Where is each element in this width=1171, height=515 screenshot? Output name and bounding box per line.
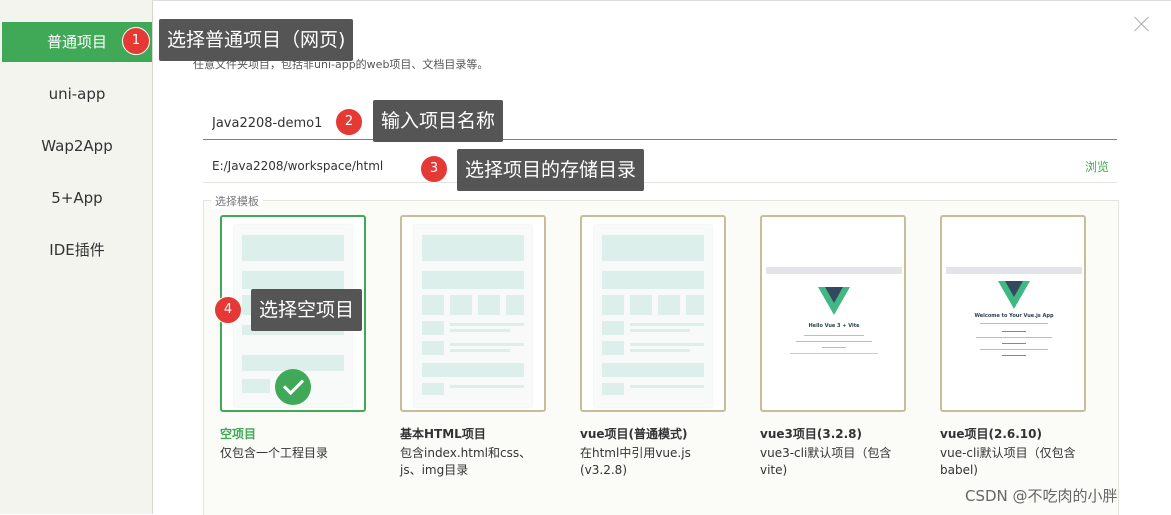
preview-title: Hello Vue 3 + Vite (808, 323, 860, 329)
sidebar-item-wap2app[interactable]: Wap2App (2, 126, 152, 166)
watermark: CSDN @不吃肉的小胖 (965, 487, 1118, 505)
top-divider (0, 0, 1171, 1)
close-icon[interactable] (1132, 14, 1152, 34)
template-desc: vue-cli默认项目（仅包含babel) (940, 446, 1076, 477)
template-preview (594, 225, 712, 407)
sidebar-item-label: 5+App (51, 189, 103, 207)
sidebar-item-label: 普通项目 (46, 33, 107, 51)
selected-check-icon (275, 369, 311, 405)
template-card-vue2[interactable]: Welcome to Your Vue.js App (940, 215, 1086, 412)
sidebar-item-label: IDE插件 (49, 241, 105, 259)
sidebar-item-label: uni-app (48, 85, 106, 103)
template-desc: 在html中引用vue.js (v3.2.8) (580, 446, 691, 477)
preview-title: Welcome to Your Vue.js App (974, 313, 1054, 319)
template-desc: 仅包含一个工程目录 (220, 446, 329, 460)
template-desc: 包含index.html和css、js、img目录 (400, 446, 532, 477)
step-badge: 4 (214, 296, 242, 324)
template-preview: Welcome to Your Vue.js App (946, 267, 1082, 363)
template-title: vue3项目(3.2.8) (760, 427, 862, 441)
template-card-basic-html[interactable] (400, 215, 546, 412)
path-underline (203, 182, 1117, 183)
project-type-sidebar: 普通项目 uni-app Wap2App 5+App IDE插件 (0, 0, 153, 514)
template-title: 空项目 (220, 427, 257, 441)
template-preview: Hello Vue 3 + Vite (766, 267, 902, 363)
template-preview (414, 225, 532, 407)
step-callout: 选择项目的存储目录 (457, 149, 645, 191)
step-callout: 选择空项目 (251, 289, 363, 331)
step-badge: 3 (420, 155, 448, 183)
step-badge: 1 (122, 27, 150, 55)
template-card-vue-normal[interactable] (580, 215, 726, 412)
step-callout: 选择普通项目（网页) (159, 19, 354, 61)
template-title: 基本HTML项目 (400, 427, 486, 441)
sidebar-item-label: Wap2App (41, 137, 113, 155)
sidebar-item-ide-plugin[interactable]: IDE插件 (2, 230, 152, 270)
sidebar-item-uni-app[interactable]: uni-app (2, 74, 152, 114)
template-title: vue项目(2.6.10) (940, 427, 1042, 441)
sidebar-item-5plus-app[interactable]: 5+App (2, 178, 152, 218)
template-card-vue3[interactable]: Hello Vue 3 + Vite (760, 215, 906, 412)
template-legend: 选择模板 (211, 193, 263, 209)
template-title: vue项目(普通模式) (580, 427, 688, 441)
browse-button[interactable]: 浏览 (1085, 158, 1109, 175)
template-desc: vue3-cli默认项目（包含vite) (760, 446, 892, 477)
step-badge: 2 (335, 108, 363, 136)
step-callout: 输入项目名称 (373, 100, 504, 142)
